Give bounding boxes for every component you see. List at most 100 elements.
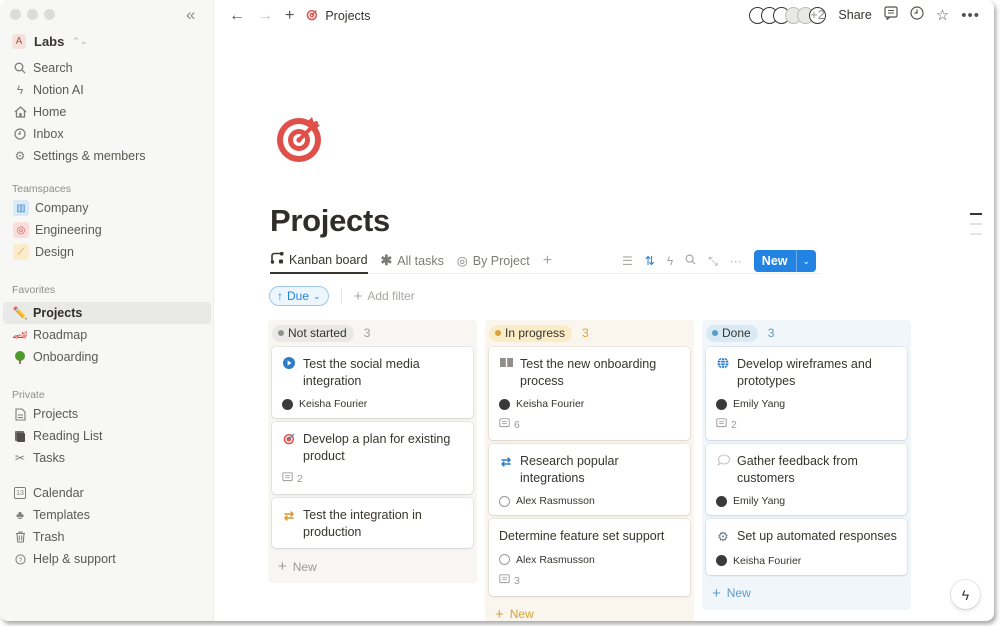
gear-icon: ⚙: [13, 149, 27, 163]
comments-icon[interactable]: [884, 6, 898, 24]
column-new-button[interactable]: +New: [706, 579, 907, 604]
board-card[interactable]: Develop wireframes and prototypes Emily …: [706, 347, 907, 440]
sidebar-item-inbox[interactable]: Inbox: [0, 123, 214, 145]
sidebar-item-design[interactable]: ⟋ Design: [0, 241, 214, 263]
sidebar-item-tasks[interactable]: ✂ Tasks: [0, 447, 214, 469]
minimize-window-button[interactable]: [27, 9, 38, 20]
sidebar-item-label: Company: [35, 201, 89, 215]
sidebar-item-notion-ai[interactable]: ϟ Notion AI: [0, 79, 214, 101]
sort-chip-due[interactable]: ↑ Due ⌄: [269, 286, 329, 306]
sidebar-item-label: Engineering: [35, 223, 102, 237]
board-card[interactable]: ⇄Research popular integrations Alex Rasm…: [489, 444, 690, 515]
column-header[interactable]: Not started 3: [272, 324, 473, 342]
sidebar-item-help[interactable]: ? Help & support: [0, 548, 214, 570]
sidebar-item-onboarding[interactable]: Onboarding: [0, 346, 214, 368]
sidebar-favorites: Favorites ✏️ Projects 🏎 Roadmap Onboardi…: [0, 282, 214, 368]
add-filter-button[interactable]: + Add filter: [354, 288, 415, 305]
close-window-button[interactable]: [10, 9, 21, 20]
svg-text:?: ?: [18, 557, 22, 564]
sidebar-item-company[interactable]: ▥ Company: [0, 197, 214, 219]
filter-icon[interactable]: ☰: [622, 254, 633, 268]
board-card[interactable]: Gather feedback from customers Emily Yan…: [706, 444, 907, 515]
card-title: Set up automated responses: [737, 528, 897, 546]
tab-by-project[interactable]: ◎ By Project: [457, 248, 530, 274]
board-card[interactable]: Test the social media integration Keisha…: [272, 347, 473, 418]
tab-label: By Project: [473, 254, 530, 268]
column-header[interactable]: Done 3: [706, 324, 907, 342]
page-title[interactable]: Projects: [270, 203, 390, 239]
divider: [341, 288, 342, 304]
more-options-icon[interactable]: •••: [961, 7, 980, 24]
inbox-icon: [13, 128, 27, 140]
speech-bubble-icon: [716, 453, 730, 486]
page-target-icon[interactable]: [276, 113, 326, 166]
globe-icon: [716, 356, 730, 389]
chevron-down-icon[interactable]: ⌄: [796, 250, 817, 272]
maximize-window-button[interactable]: [44, 9, 55, 20]
plus-icon: +: [278, 558, 287, 575]
sidebar-item-trash[interactable]: Trash: [0, 526, 214, 548]
sidebar-private: Private Projects Reading List ✂ Tasks: [0, 387, 214, 469]
target-icon: [282, 431, 296, 464]
board-card[interactable]: Determine feature set support Alex Rasmu…: [489, 519, 690, 596]
history-clock-icon[interactable]: [910, 6, 924, 24]
tab-all-tasks[interactable]: ✱ All tasks: [381, 248, 444, 274]
engineering-icon: ◎: [13, 222, 29, 238]
breadcrumb[interactable]: Projects: [306, 8, 370, 24]
forward-arrow-icon[interactable]: →: [257, 7, 273, 25]
expand-icon[interactable]: ⤡: [708, 254, 718, 269]
toc-marker[interactable]: [970, 233, 982, 235]
card-title: Test the social media integration: [303, 356, 463, 389]
sort-icon[interactable]: ⇅: [645, 254, 655, 268]
board-card[interactable]: ⇄Test the integration in production: [272, 498, 473, 548]
back-arrow-icon[interactable]: ←: [229, 7, 245, 25]
status-dot: [495, 330, 501, 336]
play-circle-icon: [282, 356, 296, 389]
card-title: Develop a plan for existing product: [303, 431, 463, 464]
collaborator-avatars[interactable]: +2: [754, 7, 826, 24]
board-card[interactable]: ⚙Set up automated responses Keisha Fouri…: [706, 519, 907, 575]
sidebar-item-label: Calendar: [33, 486, 84, 500]
new-page-plus-icon[interactable]: +: [285, 7, 294, 25]
share-button[interactable]: Share: [838, 8, 871, 22]
add-view-plus-icon[interactable]: +: [543, 252, 552, 270]
calendar-icon: 13: [13, 487, 27, 499]
new-item-button[interactable]: New ⌄: [754, 250, 816, 272]
notion-ai-button[interactable]: ϟ: [951, 580, 980, 609]
sidebar-item-projects-favorite[interactable]: ✏️ Projects: [3, 302, 211, 324]
automation-bolt-icon[interactable]: ϟ: [667, 254, 673, 268]
tab-kanban-board[interactable]: Kanban board: [270, 248, 368, 274]
collapse-sidebar-icon[interactable]: «: [186, 5, 195, 25]
favorite-star-icon[interactable]: ☆: [936, 6, 949, 24]
table-of-contents[interactable]: [970, 213, 982, 235]
sidebar-item-templates[interactable]: ♣ Templates: [0, 504, 214, 526]
toc-marker[interactable]: [970, 223, 982, 225]
search-icon[interactable]: [685, 254, 696, 268]
sidebar-item-calendar[interactable]: 13 Calendar: [0, 482, 214, 504]
comment-icon: [282, 472, 293, 486]
toc-marker[interactable]: [970, 213, 982, 215]
card-title: Test the new onboarding process: [520, 356, 680, 389]
page-icon: [13, 408, 27, 421]
sidebar-item-label: Home: [33, 105, 66, 119]
sidebar-item-reading-list[interactable]: Reading List: [0, 425, 214, 447]
sidebar-item-settings[interactable]: ⚙ Settings & members: [0, 145, 214, 167]
sidebar-item-roadmap[interactable]: 🏎 Roadmap: [0, 324, 214, 346]
sidebar-item-projects-private[interactable]: Projects: [0, 403, 214, 425]
templates-icon: ♣: [13, 508, 27, 522]
topbar: ← → + Projects +2 Share ☆ •••: [214, 0, 994, 33]
sidebar-item-search[interactable]: Search: [0, 57, 214, 79]
column-new-button[interactable]: +New: [272, 552, 473, 577]
more-options-icon[interactable]: ···: [730, 254, 742, 268]
column-new-button[interactable]: +New: [489, 600, 690, 622]
board-column-not-started: Not started 3 Test the social media inte…: [268, 320, 477, 583]
workspace-switcher[interactable]: A Labs ⌃⌄: [12, 34, 87, 49]
page-content: Projects Kanban board ✱ All tasks ◎ By P…: [214, 33, 994, 621]
board-card[interactable]: Test the new onboarding process Keisha F…: [489, 347, 690, 440]
board-card[interactable]: Develop a plan for existing product 2: [272, 422, 473, 494]
sidebar-item-label: Onboarding: [33, 350, 98, 364]
sidebar-item-engineering[interactable]: ◎ Engineering: [0, 219, 214, 241]
column-header[interactable]: In progress 3: [489, 324, 690, 342]
sidebar-item-home[interactable]: Home: [0, 101, 214, 123]
sidebar-item-label: Projects: [33, 407, 78, 421]
